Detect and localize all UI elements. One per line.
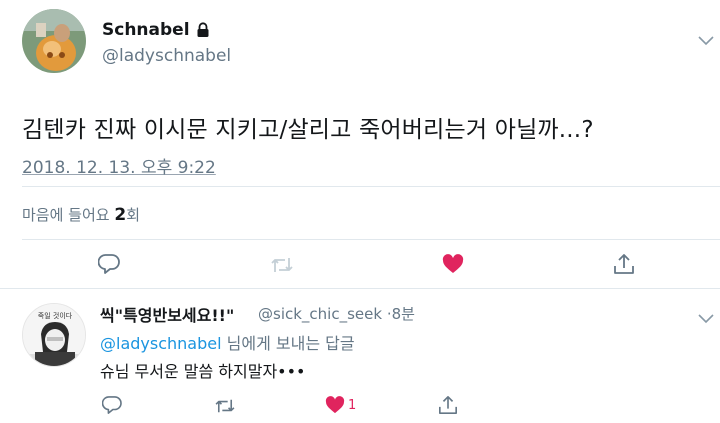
- display-name[interactable]: Schnabel: [102, 20, 210, 40]
- chevron-down-icon[interactable]: [698, 31, 714, 46]
- reply-button[interactable]: [97, 253, 121, 275]
- reply-icon: [102, 396, 122, 414]
- chevron-down-icon[interactable]: [698, 309, 714, 324]
- retweet-icon: [215, 398, 235, 414]
- reply-handle[interactable]: @sick_chic_seek: [258, 305, 382, 323]
- likes-summary[interactable]: 마음에 들어요 2회: [22, 204, 140, 225]
- reply-reply-button[interactable]: [101, 395, 123, 415]
- reply-time[interactable]: 8분: [392, 305, 415, 323]
- likes-label: 마음에 들어요: [22, 206, 110, 224]
- like-count: 1: [348, 397, 357, 413]
- handle[interactable]: @ladyschnabel: [102, 46, 231, 66]
- reply-share-button[interactable]: [437, 394, 459, 416]
- divider: [22, 239, 720, 240]
- reply-text: 슈님 무서운 말씀 하지말자•••: [100, 362, 306, 381]
- share-button[interactable]: [612, 252, 636, 276]
- timestamp[interactable]: 2018. 12. 13. 오후 9:22: [22, 153, 216, 178]
- reply-icon: [98, 254, 120, 274]
- heart-icon: [442, 254, 464, 274]
- replying-to: @ladyschnabel 님에게 보내는 답글: [100, 330, 355, 354]
- main-tweet: Schnabel @ladyschnabel 김텐카 진짜 이시문 지키고/살리…: [0, 0, 720, 288]
- retweet-icon: [271, 256, 293, 274]
- tweet-text: 김텐카 진짜 이시문 지키고/살리고 죽어버리는거 아닐까...?: [22, 117, 594, 143]
- share-icon: [613, 253, 635, 275]
- reply-tweet[interactable]: 죽일 것이다 씩"특영반보세요!!" @sick_chic_seek ·8분 @…: [0, 289, 720, 423]
- reply-display-name[interactable]: 씩"특영반보세요!!": [100, 302, 234, 326]
- reply-like-button[interactable]: 1: [325, 395, 365, 415]
- replying-to-suffix: 님에게 보내는 답글: [221, 334, 355, 353]
- reply-avatar[interactable]: 죽일 것이다: [22, 303, 86, 367]
- heart-icon: [325, 396, 345, 414]
- share-icon: [438, 395, 458, 415]
- reply-avatar-text: 죽일 것이다: [38, 311, 73, 320]
- like-button[interactable]: [441, 253, 465, 275]
- avatar[interactable]: [22, 9, 86, 73]
- reply-retweet-button[interactable]: [214, 396, 236, 416]
- retweet-button[interactable]: [270, 254, 294, 276]
- likes-unit: 회: [126, 206, 141, 224]
- mention-link[interactable]: @ladyschnabel: [100, 334, 222, 353]
- reply-meta: @sick_chic_seek ·8분: [258, 303, 415, 324]
- divider: [22, 186, 720, 187]
- display-name-text[interactable]: Schnabel: [102, 20, 190, 40]
- lock-icon: [196, 22, 210, 38]
- likes-count: 2: [114, 205, 127, 225]
